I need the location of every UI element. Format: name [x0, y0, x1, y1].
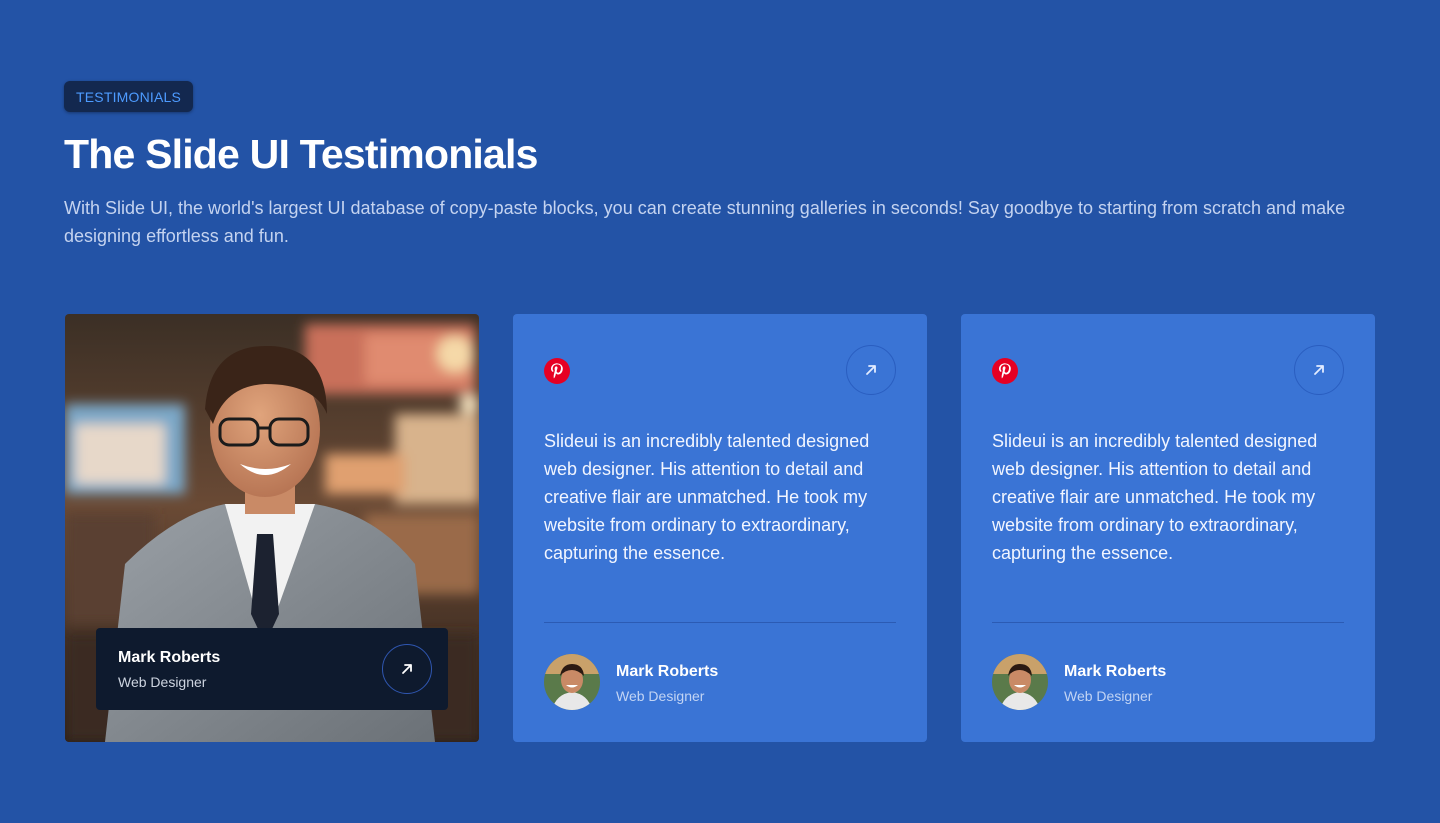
divider: [992, 622, 1344, 623]
arrow-up-right-icon: [866, 365, 876, 375]
testimonial-open-button[interactable]: [1294, 345, 1344, 395]
pinterest-icon: [544, 358, 570, 384]
author-role: Web Designer: [616, 688, 705, 704]
arrow-up-right-icon: [402, 664, 412, 674]
testimonial-quote: Slideui is an incredibly talented design…: [544, 431, 870, 563]
featured-name: Mark Roberts: [118, 649, 221, 666]
testimonial-quote: Slideui is an incredibly talented design…: [992, 431, 1318, 563]
page-title: The Slide UI Testimonials: [64, 131, 538, 177]
author-role: Web Designer: [1064, 688, 1153, 704]
avatar: [992, 654, 1048, 710]
author-name: Mark Roberts: [616, 663, 719, 680]
avatar: [544, 654, 600, 710]
testimonial-card[interactable]: Slideui is an incredibly talented design…: [961, 314, 1375, 742]
divider: [544, 622, 896, 623]
pinterest-icon: [992, 358, 1018, 384]
author-name: Mark Roberts: [1064, 663, 1167, 680]
section-badge: TESTIMONIALS: [64, 81, 194, 112]
testimonial-card[interactable]: Slideui is an incredibly talented design…: [513, 314, 927, 742]
page-subtitle: With Slide UI, the world's largest UI da…: [64, 198, 1346, 246]
testimonial-open-button[interactable]: [846, 345, 896, 395]
testimonials-section: TESTIMONIALS The Slide UI Testimonials W…: [64, 0, 1376, 823]
featured-open-button[interactable]: [382, 644, 432, 694]
featured-caption: Mark Roberts Web Designer: [96, 628, 448, 710]
featured-role: Web Designer: [118, 674, 207, 690]
featured-testimonial-card[interactable]: Mark Roberts Web Designer: [65, 314, 479, 742]
arrow-up-right-icon: [1314, 365, 1324, 375]
